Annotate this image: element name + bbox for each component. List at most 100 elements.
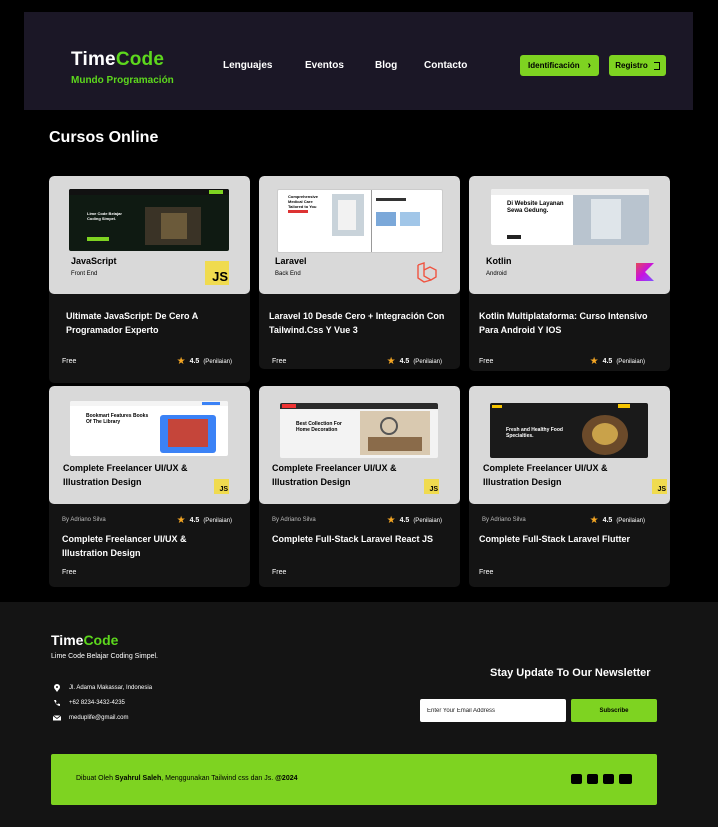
course-card-thumbnail: Fresh and Healthy Food Specialties. Comp… — [469, 386, 670, 504]
course-card[interactable]: Best Collection For Home Decoration Comp… — [259, 386, 460, 587]
screenshot-text: Fresh and Healthy Food Specialties. — [506, 427, 563, 439]
course-price: Free — [272, 569, 287, 576]
newsletter-title: Stay Update To Our Newsletter — [490, 667, 651, 679]
course-card-thumbnail: Best Collection For Home Decoration Comp… — [259, 386, 460, 504]
mail-icon — [53, 715, 61, 721]
course-language: JavaScript — [71, 256, 117, 266]
course-price: Free — [479, 569, 494, 576]
footer-phone-text[interactable]: +62 8234-3432-4235 — [69, 700, 125, 706]
footer-brand-part1: Time — [51, 632, 84, 648]
facebook-icon[interactable] — [571, 774, 582, 784]
course-card[interactable]: Bookmart Features Books Of The Library C… — [49, 386, 250, 587]
rating-label: (Penilaian) — [203, 517, 232, 524]
rating-label: (Penilaian) — [413, 517, 442, 524]
javascript-icon: JS — [424, 479, 439, 494]
brand-title: TimeCode — [71, 49, 174, 71]
credit-year: @2024 — [275, 775, 298, 782]
course-screenshot: Best Collection For Home Decoration — [280, 403, 438, 458]
course-screenshot: Fresh and Healthy Food Specialties. — [490, 403, 648, 458]
nav-link-contacto[interactable]: Contacto — [424, 60, 467, 71]
newsletter-email-input[interactable] — [420, 699, 566, 722]
course-language: Kotlin — [486, 256, 512, 266]
screenshot-text: Bookmart Features Books Of The Library — [86, 413, 149, 425]
course-price: Free — [272, 358, 287, 365]
rating-value: 4.5 — [602, 517, 613, 524]
course-card-thumbnail: Di Website Layanan Sewa Gedung. Kotlin A… — [469, 176, 670, 294]
course-price: Free — [62, 358, 77, 365]
footer-brand-part2: Code — [83, 632, 119, 648]
star-icon: ★ — [386, 356, 396, 367]
nav-link-blog[interactable]: Blog — [375, 60, 397, 71]
footer-address: Jl. Adama Makassar, Indonesia — [53, 684, 152, 692]
rating-value: 4.5 — [189, 517, 200, 524]
subscribe-button[interactable]: Subscribe — [571, 699, 657, 722]
star-icon: ★ — [176, 356, 186, 367]
footer-brand[interactable]: TimeCode — [51, 632, 118, 648]
instagram-icon[interactable] — [603, 774, 614, 784]
twitter-icon[interactable] — [587, 774, 598, 784]
course-author: By Adriano Silva — [482, 517, 526, 523]
course-rating: ★ 4.5 (Penilaian) — [590, 356, 645, 367]
course-author: By Adriano Silva — [272, 517, 316, 523]
footer-address-text: Jl. Adama Makassar, Indonesia — [69, 685, 153, 691]
nav-link-eventos[interactable]: Eventos — [305, 60, 344, 71]
course-title[interactable]: Complete Full-Stack Laravel React JS — [272, 532, 452, 546]
navbar: TimeCode Mundo Programación Lenguajes Ev… — [24, 12, 693, 110]
rating-value: 4.5 — [602, 358, 613, 365]
footer-tagline: Lime Code Belajar Coding Simpel. — [51, 653, 158, 660]
course-card[interactable]: Comprehensive Medical Care Tailored to Y… — [259, 176, 460, 369]
brand-title-part2: Code — [115, 49, 165, 70]
kotlin-icon — [636, 263, 654, 281]
screenshot-text: Di Website Layanan Sewa Gedung. — [507, 201, 564, 214]
course-language: Laravel — [275, 256, 307, 266]
login-button[interactable]: Identificación › — [520, 55, 599, 76]
course-rating: ★ 4.5 (Penilaian) — [177, 515, 232, 526]
javascript-icon: JS — [652, 479, 667, 494]
footer-phone: +62 8234-3432-4235 — [53, 699, 125, 707]
course-card[interactable]: Fresh and Healthy Food Specialties. Comp… — [469, 386, 670, 587]
credit-prefix: Dibuat Oleh — [76, 775, 115, 782]
course-card[interactable]: Lime Code Belajar Coding Simpel. JavaScr… — [49, 176, 250, 383]
course-rating: ★ 4.5 (Penilaian) — [177, 356, 232, 367]
course-card[interactable]: Di Website Layanan Sewa Gedung. Kotlin A… — [469, 176, 670, 371]
course-price: Free — [62, 569, 77, 576]
chevron-right-icon: › — [587, 60, 591, 71]
footer-email-text[interactable]: meduplife@gmail.com — [69, 715, 128, 721]
course-card-thumbnail: Lime Code Belajar Coding Simpel. JavaScr… — [49, 176, 250, 294]
register-button-label: Registro — [615, 61, 648, 70]
course-card-thumbnail: Bookmart Features Books Of The Library C… — [49, 386, 250, 504]
course-overlay-title: Complete Freelancer UI/UX & Illustration… — [272, 463, 397, 487]
course-title[interactable]: Complete Full-Stack Laravel Flutter — [479, 532, 659, 546]
phone-icon — [54, 700, 60, 706]
screenshot-text: Lime Code Belajar Coding Simpel. — [87, 211, 122, 221]
course-rating: ★ 4.5 (Penilaian) — [387, 515, 442, 526]
brand-logo[interactable]: TimeCode Mundo Programación — [71, 49, 174, 86]
star-icon: ★ — [176, 515, 186, 526]
course-screenshot: Comprehensive Medical Care Tailored to Y… — [277, 189, 443, 253]
course-overlay-title: Complete Freelancer UI/UX & Illustration… — [483, 463, 608, 487]
location-pin-icon — [54, 684, 60, 692]
course-screenshot: Lime Code Belajar Coding Simpel. — [69, 189, 229, 251]
credit-suffix: , Menggunakan Tailwind css dan Js. — [161, 775, 276, 782]
course-overlay-title: Complete Freelancer UI/UX & Illustration… — [63, 463, 188, 487]
footer: TimeCode Lime Code Belajar Coding Simpel… — [0, 602, 718, 827]
login-button-label: Identificación — [528, 61, 580, 70]
course-author: By Adriano Silva — [62, 517, 106, 523]
social-links — [571, 774, 632, 784]
course-title[interactable]: Kotlin Multiplataforma: Curso Intensivo … — [479, 309, 664, 337]
footer-credit-bar: Dibuat Oleh Syahrul Saleh, Menggunakan T… — [51, 754, 657, 805]
course-title[interactable]: Complete Freelancer UI/UX & Illustration… — [62, 532, 202, 560]
rating-value: 4.5 — [399, 517, 410, 524]
youtube-icon[interactable] — [619, 774, 632, 784]
register-button[interactable]: Registro — [609, 55, 666, 76]
course-title[interactable]: Laravel 10 Desde Cero + Integración Con … — [269, 309, 454, 337]
rating-label: (Penilaian) — [616, 358, 645, 365]
credit-author: Syahrul Saleh — [114, 775, 162, 782]
rating-label: (Penilaian) — [203, 358, 232, 365]
javascript-icon: JS — [205, 261, 229, 285]
course-screenshot: Bookmart Features Books Of The Library — [70, 401, 228, 456]
nav-link-lenguajes[interactable]: Lenguajes — [223, 60, 272, 71]
javascript-icon: JS — [214, 479, 229, 494]
footer-email: meduplife@gmail.com — [53, 714, 128, 722]
course-title[interactable]: Ultimate JavaScript: De Cero A Programad… — [66, 309, 241, 337]
